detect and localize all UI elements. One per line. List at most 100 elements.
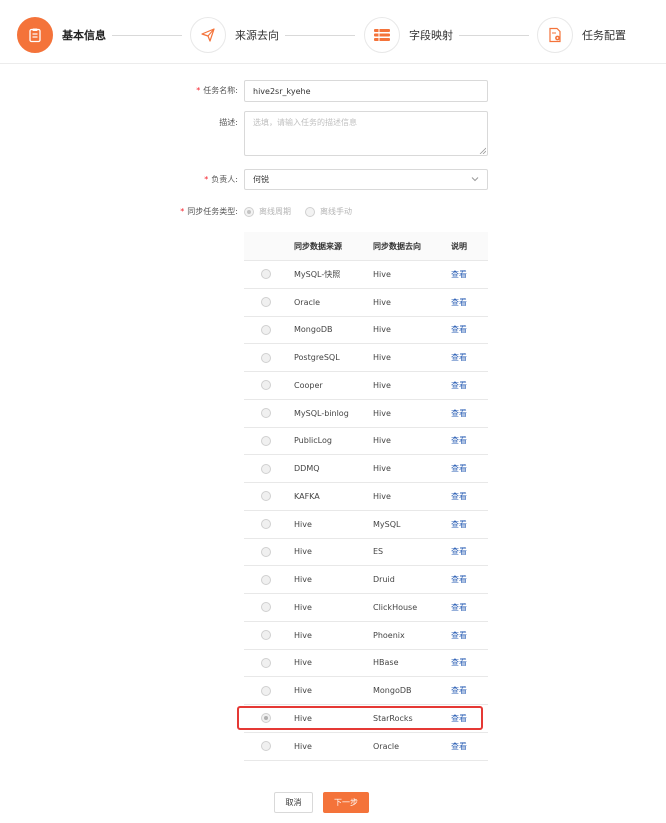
settings-document-icon [537, 17, 573, 53]
paper-plane-icon [190, 17, 226, 53]
row-radio[interactable] [261, 380, 271, 391]
row-radio[interactable] [261, 408, 271, 419]
view-link[interactable]: 查看 [451, 353, 467, 362]
view-link[interactable]: 查看 [451, 575, 467, 584]
row-radio[interactable] [261, 546, 271, 557]
cell-target: Hive [373, 464, 391, 474]
resize-handle-icon[interactable] [479, 147, 486, 154]
cell-target: MongoDB [373, 686, 412, 696]
table-row[interactable]: KAFKA Hive 查看 [244, 483, 488, 511]
row-radio[interactable] [261, 630, 271, 641]
table-row[interactable]: Oracle Hive 查看 [244, 289, 488, 317]
table-row[interactable]: PostgreSQL Hive 查看 [244, 344, 488, 372]
view-link[interactable]: 查看 [451, 742, 467, 751]
selected-row-highlight [237, 706, 483, 730]
cell-target: Druid [373, 575, 395, 585]
next-step-button[interactable]: 下一步 [323, 792, 369, 813]
view-link[interactable]: 查看 [451, 436, 467, 445]
view-link[interactable]: 查看 [451, 520, 467, 529]
task-name-input[interactable]: hive2sr_kyehe [244, 80, 488, 102]
row-radio[interactable] [261, 519, 271, 530]
view-link[interactable]: 查看 [451, 631, 467, 640]
cell-source: KAFKA [294, 491, 320, 501]
cell-source: PublicLog [294, 436, 332, 446]
view-link[interactable]: 查看 [451, 603, 467, 612]
task-name-row: * 任务名称: hive2sr_kyehe [0, 80, 666, 102]
step-source-target[interactable]: 来源去向 [190, 16, 279, 54]
cell-target: Hive [373, 491, 391, 501]
view-link[interactable]: 查看 [451, 547, 467, 556]
row-radio[interactable] [261, 741, 271, 752]
row-radio[interactable] [261, 685, 271, 696]
view-link[interactable]: 查看 [451, 298, 467, 307]
cancel-button[interactable]: 取消 [274, 792, 313, 813]
cell-source: Cooper [294, 380, 323, 390]
step-label: 基本信息 [62, 29, 106, 42]
row-radio[interactable] [261, 352, 271, 363]
table-row[interactable]: Hive Druid 查看 [244, 566, 488, 594]
table-row[interactable]: Cooper Hive 查看 [244, 372, 488, 400]
row-radio[interactable] [261, 491, 271, 502]
table-row[interactable]: PublicLog Hive 查看 [244, 428, 488, 456]
table-row[interactable]: Hive ES 查看 [244, 539, 488, 567]
view-link[interactable]: 查看 [451, 492, 467, 501]
cell-source: Hive [294, 686, 312, 696]
radio-offline-manual[interactable] [305, 206, 315, 217]
table-row[interactable]: DDMQ Hive 查看 [244, 455, 488, 483]
cell-source: PostgreSQL [294, 353, 340, 363]
view-link[interactable]: 查看 [451, 658, 467, 667]
row-radio[interactable] [261, 269, 271, 280]
cell-target: ClickHouse [373, 602, 418, 612]
owner-row: * 负责人: 何锐 [0, 169, 666, 190]
view-link[interactable]: 查看 [451, 270, 467, 279]
table-row[interactable]: Hive Phoenix 查看 [244, 622, 488, 650]
view-link[interactable]: 查看 [451, 325, 467, 334]
row-radio[interactable] [261, 435, 271, 446]
cell-source: Hive [294, 741, 312, 751]
row-radio[interactable] [261, 297, 271, 308]
cell-target: Hive [373, 380, 391, 390]
step-task-config[interactable]: 任务配置 [537, 16, 626, 54]
table-row[interactable]: Hive HBase 查看 [244, 650, 488, 678]
table-row[interactable]: MySQL-快照 Hive 查看 [244, 261, 488, 289]
table-row[interactable]: Hive MySQL 查看 [244, 511, 488, 539]
mapping-list-icon [364, 17, 400, 53]
cell-target: MySQL [373, 519, 401, 529]
step-label: 来源去向 [235, 29, 279, 42]
radio-offline-periodic[interactable] [244, 206, 254, 217]
table-row[interactable]: Hive Oracle 查看 [244, 733, 488, 761]
sync-type-row: * 同步任务类型: 离线周期 离线手动 [0, 205, 666, 219]
cell-target: Hive [373, 353, 391, 363]
row-radio[interactable] [261, 324, 271, 335]
step-field-mapping[interactable]: 字段映射 [364, 16, 453, 54]
cell-target: Hive [373, 269, 391, 279]
chevron-down-icon [471, 177, 479, 182]
step-basic-info[interactable]: 基本信息 [17, 16, 106, 54]
row-radio[interactable] [261, 602, 271, 613]
row-radio[interactable] [261, 463, 271, 474]
view-link[interactable]: 查看 [451, 409, 467, 418]
view-link[interactable]: 查看 [451, 381, 467, 390]
cell-source: MongoDB [294, 325, 333, 335]
cell-target: Hive [373, 408, 391, 418]
cell-source: Hive [294, 547, 312, 557]
table-body: MySQL-快照 Hive 查看 Oracle Hive 查看 MongoDB Hive 查看 P… [244, 261, 488, 761]
view-link[interactable]: 查看 [451, 686, 467, 695]
owner-select[interactable]: 何锐 [244, 169, 488, 190]
table-row[interactable]: Hive ClickHouse 查看 [244, 594, 488, 622]
step-label: 任务配置 [582, 29, 626, 42]
sync-type-table: 同步数据来源 同步数据去向 说明 MySQL-快照 Hive 查看 Oracle Hiv… [244, 232, 488, 761]
table-row[interactable]: Hive MongoDB 查看 [244, 677, 488, 705]
task-name-label: * 任务名称: [196, 86, 238, 95]
table-row[interactable]: MySQL-binlog Hive 查看 [244, 400, 488, 428]
cell-source: Hive [294, 575, 312, 585]
cell-source: MySQL-快照 [294, 269, 341, 279]
row-radio[interactable] [261, 574, 271, 585]
header-source: 同步数据来源 [294, 241, 342, 251]
cell-target: Phoenix [373, 630, 405, 640]
view-link[interactable]: 查看 [451, 464, 467, 473]
table-row[interactable]: MongoDB Hive 查看 [244, 317, 488, 345]
description-textarea[interactable]: 选填，请输入任务的描述信息 [244, 111, 488, 156]
steps-bar: 基本信息 来源去向 字段映射 任务配置 [0, 0, 666, 64]
row-radio[interactable] [261, 657, 271, 668]
